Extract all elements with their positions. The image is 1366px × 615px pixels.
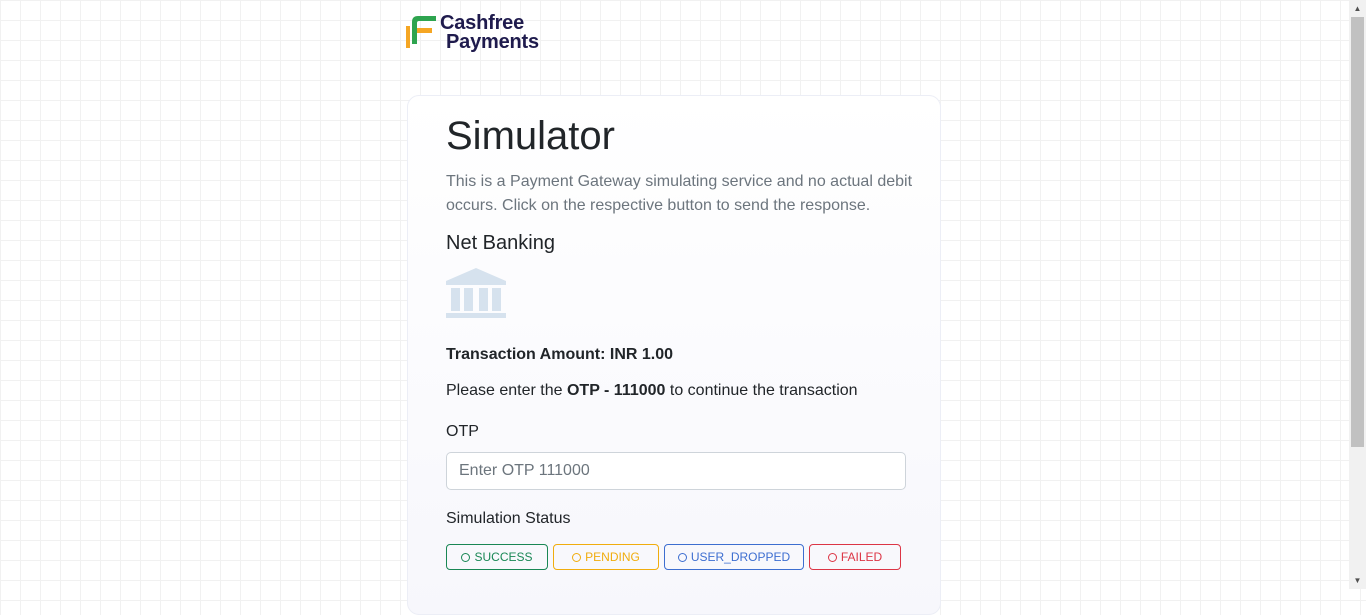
scroll-down-arrow-icon[interactable]: ▼ [1349,572,1366,589]
radio-circle-icon [677,552,687,562]
payment-method-title: Net Banking [446,232,555,254]
scroll-thumb[interactable] [1351,17,1364,447]
otp-note-code: OTP - 111000 [566,382,666,399]
brand-name: Cashfree Payments [440,13,539,53]
cashfree-logo-icon [406,16,436,48]
cashfree-logo: Cashfree Payments [406,13,539,53]
page-scrollbar[interactable]: ▲ ▼ [1349,0,1366,589]
status-label: FAILED [840,550,883,564]
otp-label: OTP [446,423,479,440]
simulation-status-options: SUCCESS PENDING USER_DROPPED FAILED [446,544,901,570]
radio-circle-icon [827,552,837,562]
status-label: PENDING [585,550,640,564]
status-label: SUCCESS [474,550,533,564]
amount-label: Transaction Amount: [446,346,606,363]
simulator-card: Simulator This is a Payment Gateway simu… [407,95,941,615]
transaction-amount: Transaction Amount: INR 1.00 [446,346,673,364]
status-pending-button[interactable]: PENDING [553,544,659,570]
radio-circle-icon [461,552,471,562]
bank-icon [446,268,506,318]
page-title: Simulator [446,114,615,158]
brand-line-2: Payments [446,31,539,53]
scroll-up-arrow-icon[interactable]: ▲ [1349,0,1366,17]
otp-instruction: Please enter the OTP - 111000 to continu… [446,382,858,400]
simulator-description: This is a Payment Gateway simulating ser… [446,173,913,214]
radio-circle-icon [572,552,582,562]
amount-value: INR 1.00 [609,346,674,363]
status-label: USER_DROPPED [690,550,791,564]
otp-note-prefix: Please enter the [446,382,563,399]
status-user-dropped-button[interactable]: USER_DROPPED [664,544,804,570]
status-failed-button[interactable]: FAILED [809,544,901,570]
simulation-status-label: Simulation Status [446,510,571,527]
otp-note-suffix: to continue the transaction [669,382,858,399]
otp-input[interactable] [446,452,906,490]
status-success-button[interactable]: SUCCESS [446,544,548,570]
